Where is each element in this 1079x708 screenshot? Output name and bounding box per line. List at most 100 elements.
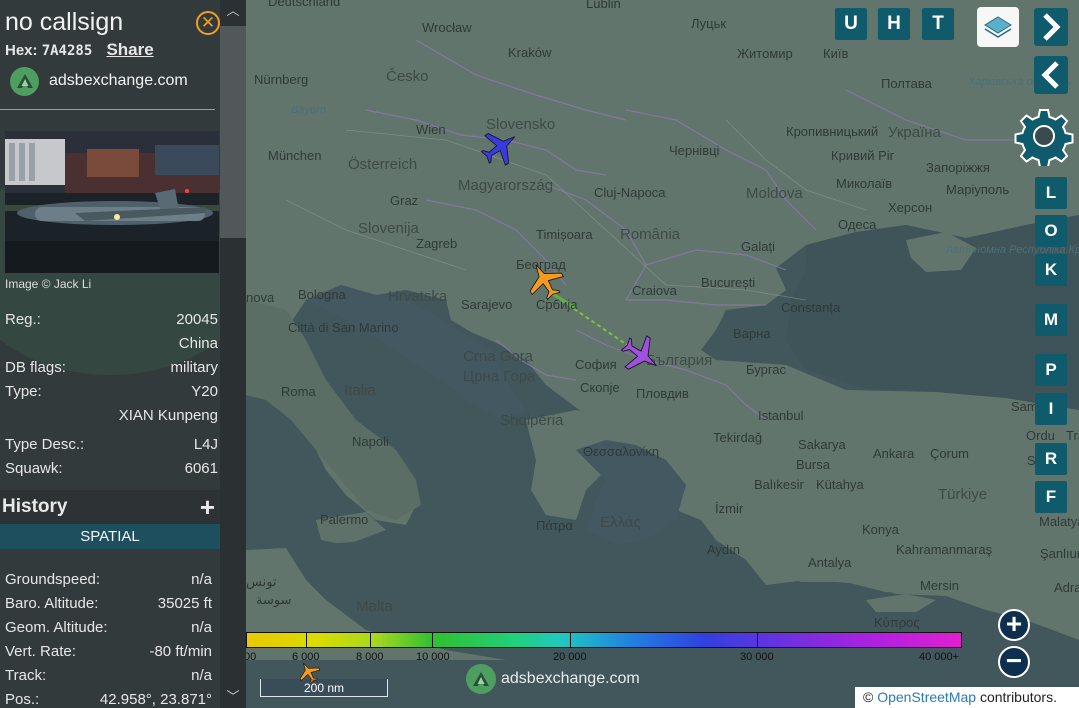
history-header[interactable]: History + xyxy=(0,490,220,524)
share-link[interactable]: Share xyxy=(106,40,153,59)
attribution-suffix: contributors. xyxy=(976,689,1057,705)
map-place-label: Galați xyxy=(741,239,775,254)
map-place-label: Wien xyxy=(416,122,446,137)
map-place-label: Запоріжжя xyxy=(926,160,990,175)
map-place-label: Кропивницький xyxy=(786,124,879,139)
map-place-label: Città di San Marino xyxy=(288,320,399,335)
info-label: Type Desc.: xyxy=(5,436,85,453)
settings-button[interactable] xyxy=(1014,106,1074,168)
zoom-out-button[interactable]: − xyxy=(998,646,1030,678)
toggle-f-button[interactable]: F xyxy=(1035,481,1067,513)
map-place-label: Полтава xyxy=(881,76,932,91)
map-place-label: București xyxy=(701,275,756,290)
info-row: XIAN Kunpeng xyxy=(5,407,218,427)
map-brand-text: adsbexchange.com xyxy=(501,670,640,687)
toggle-i-button[interactable]: I xyxy=(1035,393,1067,425)
map-place-label: Aydın xyxy=(707,542,741,557)
close-icon: ✕ xyxy=(200,13,216,32)
legend-tick xyxy=(306,632,307,648)
chevron-left-icon xyxy=(1041,61,1059,89)
map-place-label: Луцьк xyxy=(691,16,727,31)
map-place-label: Одеса xyxy=(838,217,877,232)
map-place-label: Маріуполь xyxy=(946,182,1010,197)
close-panel-button[interactable]: ✕ xyxy=(196,11,220,35)
toggle-o-button[interactable]: O xyxy=(1035,215,1067,247)
collapse-panel-button[interactable] xyxy=(1034,56,1068,94)
hex-label: Hex: xyxy=(5,42,38,59)
adsbx-logo-icon xyxy=(466,664,496,694)
map-place-label: Shqipëria xyxy=(500,412,564,429)
info-value: 20045 xyxy=(176,311,218,328)
info-label: Type: xyxy=(5,383,42,400)
map-place-label: Mersin xyxy=(920,578,960,593)
info-label: Squawk: xyxy=(5,460,63,477)
photo-credit: Image © Jack Li xyxy=(5,277,92,291)
spatial-label: Groundspeed: xyxy=(5,571,101,588)
toggle-l-button[interactable]: L xyxy=(1035,177,1067,209)
map-place-label: Кривий Ріг xyxy=(831,148,895,163)
spatial-row: Geom. Altitude: n/a xyxy=(5,619,212,639)
sidebar-scrollbar[interactable]: ︿ ﹀ xyxy=(220,0,246,708)
map-place-label: Житомир xyxy=(737,46,793,61)
scroll-down-icon[interactable]: ﹀ xyxy=(220,686,246,708)
divider xyxy=(0,109,215,110)
zoom-in-button[interactable]: + xyxy=(998,609,1030,641)
scrollbar-thumb[interactable] xyxy=(220,26,246,238)
map-brand-watermark: adsbexchange.com xyxy=(466,664,640,694)
map-place-label: Napoli xyxy=(352,434,389,449)
map-place-label: Скопје xyxy=(580,380,620,395)
info-value: 6061 xyxy=(184,460,218,477)
expand-panel-button[interactable] xyxy=(1034,8,1068,46)
aircraft-info-panel: no callsign ✕ Hex: 7A4285 Share adsbexch… xyxy=(0,0,220,708)
info-row: Type Desc.: L4J xyxy=(5,436,218,456)
spatial-value: n/a xyxy=(191,571,212,588)
map-place-label: Ankara xyxy=(873,446,915,461)
spatial-row: Vert. Rate: -80 ft/min xyxy=(5,643,212,663)
map-place-label: Sakarya xyxy=(798,437,846,452)
info-row: Type: Y20 xyxy=(5,383,218,403)
expand-history-icon[interactable]: + xyxy=(200,492,215,523)
map-view[interactable]: Deutschland Lublin Луцьк Житомир Київ Wrocław… xyxy=(246,0,1079,708)
info-row: Reg.: 20045 xyxy=(5,311,218,331)
info-row: China xyxy=(5,335,218,355)
toggle-p-button[interactable]: P xyxy=(1035,354,1067,386)
toggle-u-button[interactable]: U xyxy=(835,8,867,40)
scroll-up-icon[interactable]: ︿ xyxy=(220,0,246,22)
info-value: military xyxy=(170,359,219,376)
info-value: L4J xyxy=(193,436,218,453)
map-place-label: Türkiye xyxy=(938,486,988,503)
spatial-label: Geom. Altitude: xyxy=(5,619,108,636)
brand-link[interactable]: adsbexchange.com xyxy=(10,66,188,96)
map-place-label: Antalya xyxy=(808,555,852,570)
map-place-label: Slovenija xyxy=(358,220,419,237)
toggle-m-button[interactable]: M xyxy=(1035,304,1067,336)
map-place-label: România xyxy=(620,226,681,243)
osm-link[interactable]: OpenStreetMap xyxy=(877,689,976,705)
legend-label: 30 000 xyxy=(740,651,774,663)
legend-tick xyxy=(570,632,571,648)
toggle-r-button[interactable]: R xyxy=(1035,443,1067,475)
toggle-h-button[interactable]: H xyxy=(878,8,910,40)
info-row: DB flags: military xyxy=(5,359,218,379)
map-place-label: Миколаїв xyxy=(836,176,893,191)
map-place-label: Österreich xyxy=(348,156,418,173)
toggle-t-button[interactable]: T xyxy=(922,8,954,40)
chevron-right-icon xyxy=(1043,13,1061,41)
callsign-title: no callsign xyxy=(5,8,124,36)
map-place-label: İzmir xyxy=(715,501,744,516)
map-place-label: Lublin xyxy=(586,0,621,11)
map-place-label: Şanlıur xyxy=(1040,546,1079,561)
legend-tick xyxy=(432,632,433,648)
info-value: XIAN Kunpeng xyxy=(118,407,218,424)
spatial-section-header[interactable]: SPATIAL xyxy=(0,524,220,549)
spatial-value: 35025 ft xyxy=(157,595,212,612)
aircraft-photo[interactable] xyxy=(5,131,219,273)
info-label: DB flags: xyxy=(5,359,66,376)
map-place-label: Nürnberg xyxy=(254,72,309,87)
map-place-label: Πάτρα xyxy=(536,518,573,533)
map-place-label: Craiova xyxy=(632,283,677,298)
map-place-label: Bursa xyxy=(796,457,830,472)
layers-button[interactable] xyxy=(977,7,1019,47)
toggle-k-button[interactable]: K xyxy=(1035,254,1067,286)
spatial-value: -80 ft/min xyxy=(149,643,212,660)
